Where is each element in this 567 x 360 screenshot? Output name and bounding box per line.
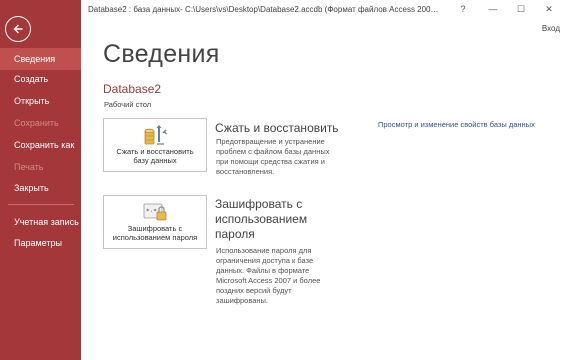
signin-link[interactable]: Вход xyxy=(542,24,560,33)
compact-description: Предотвращение и устранение проблем с фа… xyxy=(216,137,330,176)
sidebar-item-info[interactable]: Сведения xyxy=(0,48,81,70)
minimize-button[interactable]: — xyxy=(484,2,502,16)
sidebar-item-save: Сохранить xyxy=(14,118,59,128)
encrypt-description: Использование пароля для ограничения дос… xyxy=(216,246,321,305)
compact-heading: Сжать и восстановить xyxy=(215,121,339,135)
help-button[interactable]: ? xyxy=(454,2,472,16)
sidebar-item-print: Печать xyxy=(14,162,44,172)
encrypt-heading-line-2: использованием xyxy=(215,212,308,226)
backstage-sidebar: Сведения Создать Открыть Сохранить Сохра… xyxy=(0,0,81,360)
compact-button-label-2: базу данных xyxy=(133,156,177,165)
sidebar-item-save-as[interactable]: Сохранить как xyxy=(0,134,81,156)
sidebar-divider xyxy=(8,204,74,205)
sidebar-item-options[interactable]: Параметры xyxy=(0,232,81,254)
database-name: Database2 xyxy=(103,82,162,96)
compact-repair-icon xyxy=(144,125,167,145)
encrypt-heading-line-3: пароля xyxy=(215,227,255,241)
sidebar-item-account[interactable]: Учетная запись xyxy=(0,211,81,233)
sidebar-item-open[interactable]: Открыть xyxy=(0,90,81,112)
maximize-button[interactable]: ☐ xyxy=(512,2,530,16)
database-location[interactable]: Рабочий стол xyxy=(104,100,151,109)
encrypt-lock-icon: *·* xyxy=(143,203,167,221)
compact-button-label-1: Сжать и восстановить xyxy=(116,147,194,156)
sidebar-item-close[interactable]: Закрыть xyxy=(0,177,81,199)
svg-text:*·*: *·* xyxy=(146,208,157,215)
encrypt-password-button[interactable]: *·* Зашифровать с использованием пароля xyxy=(103,195,207,249)
back-button[interactable] xyxy=(5,16,31,42)
view-edit-properties-link[interactable]: Просмотр и изменение свойств базы данных xyxy=(378,120,535,129)
encrypt-heading-line-1: Зашифровать с xyxy=(215,197,303,211)
back-arrow-icon xyxy=(13,24,23,34)
window-title: Database2 : база данных- C:\Users\vs\Des… xyxy=(88,5,440,14)
compact-repair-button[interactable]: Сжать и восстановить базу данных xyxy=(103,118,207,172)
encrypt-heading: Зашифровать с использованием пароля xyxy=(215,197,307,242)
sidebar-item-new[interactable]: Создать xyxy=(0,68,81,90)
close-button[interactable]: ✕ xyxy=(540,2,558,16)
page-title: Сведения xyxy=(103,40,220,68)
encrypt-button-label-2: использованием пароля xyxy=(112,233,198,242)
encrypt-button-label-1: Зашифровать с xyxy=(127,224,183,233)
